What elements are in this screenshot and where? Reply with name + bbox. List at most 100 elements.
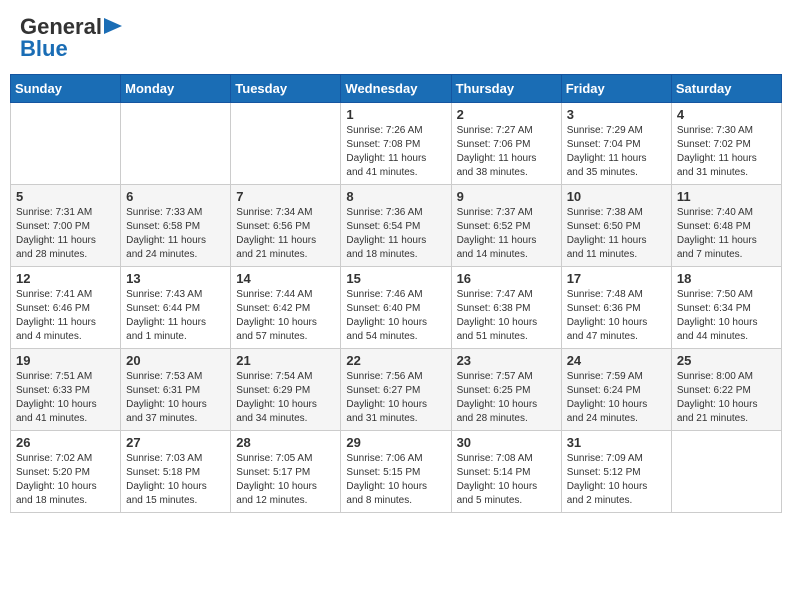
day-cell-31: 31 Sunrise: 7:09 AM Sunset: 5:12 PM Dayli…	[561, 431, 671, 513]
day-cell-14: 14 Sunrise: 7:44 AM Sunset: 6:42 PM Dayli…	[231, 267, 341, 349]
day-number: 17	[567, 271, 666, 286]
day-cell-17: 17 Sunrise: 7:48 AM Sunset: 6:36 PM Dayli…	[561, 267, 671, 349]
day-cell-21: 21Sunrise: 7:54 AM Sunset: 6:29 PM Dayli…	[231, 349, 341, 431]
week-row-4: 19Sunrise: 7:51 AM Sunset: 6:33 PM Dayli…	[11, 349, 782, 431]
day-info: Sunrise: 7:37 AM Sunset: 6:52 PM Dayligh…	[457, 206, 556, 262]
day-cell-13: 13 Sunrise: 7:43 AM Sunset: 6:44 PM Dayli…	[121, 267, 231, 349]
week-row-5: 26Sunrise: 7:02 AM Sunset: 5:20 PM Dayli…	[11, 431, 782, 513]
day-info: Sunrise: 7:59 AM Sunset: 6:24 PM Dayligh…	[567, 370, 666, 426]
day-number: 13	[126, 271, 225, 286]
day-cell-10: 10Sunrise: 7:38 AM Sunset: 6:50 PM Dayli…	[561, 185, 671, 267]
day-cell-8: 8Sunrise: 7:36 AM Sunset: 6:54 PM Daylig…	[341, 185, 451, 267]
day-info: Sunrise: 7:43 AM Sunset: 6:44 PM Dayligh…	[126, 288, 225, 344]
day-number: 3	[567, 107, 666, 122]
day-number: 27	[126, 435, 225, 450]
day-info: Sunrise: 7:27 AM Sunset: 7:06 PM Dayligh…	[457, 124, 556, 180]
day-number: 31	[567, 435, 666, 450]
day-number: 10	[567, 189, 666, 204]
day-number: 21	[236, 353, 335, 368]
day-info: Sunrise: 7:56 AM Sunset: 6:27 PM Dayligh…	[346, 370, 445, 426]
day-cell-27: 27 Sunrise: 7:03 AM Sunset: 5:18 PM Dayli…	[121, 431, 231, 513]
day-cell-15: 15 Sunrise: 7:46 AM Sunset: 6:40 PM Dayli…	[341, 267, 451, 349]
day-cell-3: 3 Sunrise: 7:29 AM Sunset: 7:04 PM Daylig…	[561, 103, 671, 185]
day-number: 18	[677, 271, 776, 286]
day-cell-11: 11Sunrise: 7:40 AM Sunset: 6:48 PM Dayli…	[671, 185, 781, 267]
day-info: Sunrise: 7:03 AM Sunset: 5:18 PM Dayligh…	[126, 452, 225, 508]
day-info: Sunrise: 7:57 AM Sunset: 6:25 PM Dayligh…	[457, 370, 556, 426]
day-cell-23: 23 Sunrise: 7:57 AM Sunset: 6:25 PM Dayli…	[451, 349, 561, 431]
week-row-1: 1Sunrise: 7:26 AM Sunset: 7:08 PM Daylig…	[11, 103, 782, 185]
logo-general: General	[20, 16, 102, 38]
day-number: 23	[457, 353, 556, 368]
weekday-header-monday: Monday	[121, 75, 231, 103]
weekday-header-wednesday: Wednesday	[341, 75, 451, 103]
day-number: 24	[567, 353, 666, 368]
day-info: Sunrise: 7:26 AM Sunset: 7:08 PM Dayligh…	[346, 124, 445, 180]
day-cell-1: 1Sunrise: 7:26 AM Sunset: 7:08 PM Daylig…	[341, 103, 451, 185]
day-info: Sunrise: 7:41 AM Sunset: 6:46 PM Dayligh…	[16, 288, 115, 344]
day-cell-25: 25 Sunrise: 8:00 AM Sunset: 6:22 PM Dayli…	[671, 349, 781, 431]
day-info: Sunrise: 7:53 AM Sunset: 6:31 PM Dayligh…	[126, 370, 225, 426]
day-cell-28: 28 Sunrise: 7:05 AM Sunset: 5:17 PM Dayli…	[231, 431, 341, 513]
day-info: Sunrise: 7:34 AM Sunset: 6:56 PM Dayligh…	[236, 206, 335, 262]
day-number: 16	[457, 271, 556, 286]
logo-arrow-icon	[104, 16, 124, 36]
day-info: Sunrise: 7:48 AM Sunset: 6:36 PM Dayligh…	[567, 288, 666, 344]
day-number: 5	[16, 189, 115, 204]
calendar-table: SundayMondayTuesdayWednesdayThursdayFrid…	[10, 74, 782, 513]
day-info: Sunrise: 7:30 AM Sunset: 7:02 PM Dayligh…	[677, 124, 776, 180]
day-number: 12	[16, 271, 115, 286]
day-cell-7: 7 Sunrise: 7:34 AM Sunset: 6:56 PM Daylig…	[231, 185, 341, 267]
day-number: 28	[236, 435, 335, 450]
empty-cell	[11, 103, 121, 185]
day-number: 29	[346, 435, 445, 450]
day-info: Sunrise: 7:46 AM Sunset: 6:40 PM Dayligh…	[346, 288, 445, 344]
day-info: Sunrise: 7:29 AM Sunset: 7:04 PM Dayligh…	[567, 124, 666, 180]
weekday-header-sunday: Sunday	[11, 75, 121, 103]
week-row-3: 12 Sunrise: 7:41 AM Sunset: 6:46 PM Dayli…	[11, 267, 782, 349]
day-info: Sunrise: 7:50 AM Sunset: 6:34 PM Dayligh…	[677, 288, 776, 344]
day-number: 11	[677, 189, 776, 204]
weekday-header-thursday: Thursday	[451, 75, 561, 103]
day-info: Sunrise: 7:51 AM Sunset: 6:33 PM Dayligh…	[16, 370, 115, 426]
day-info: Sunrise: 7:05 AM Sunset: 5:17 PM Dayligh…	[236, 452, 335, 508]
day-number: 8	[346, 189, 445, 204]
day-info: Sunrise: 7:08 AM Sunset: 5:14 PM Dayligh…	[457, 452, 556, 508]
day-cell-30: 30 Sunrise: 7:08 AM Sunset: 5:14 PM Dayli…	[451, 431, 561, 513]
day-cell-4: 4 Sunrise: 7:30 AM Sunset: 7:02 PM Daylig…	[671, 103, 781, 185]
weekday-header-saturday: Saturday	[671, 75, 781, 103]
page-header: General Blue	[10, 10, 782, 68]
day-number: 6	[126, 189, 225, 204]
day-number: 15	[346, 271, 445, 286]
day-cell-12: 12 Sunrise: 7:41 AM Sunset: 6:46 PM Dayli…	[11, 267, 121, 349]
day-number: 4	[677, 107, 776, 122]
empty-cell	[231, 103, 341, 185]
day-info: Sunrise: 7:06 AM Sunset: 5:15 PM Dayligh…	[346, 452, 445, 508]
empty-cell	[121, 103, 231, 185]
day-info: Sunrise: 8:00 AM Sunset: 6:22 PM Dayligh…	[677, 370, 776, 426]
day-cell-16: 16 Sunrise: 7:47 AM Sunset: 6:38 PM Dayli…	[451, 267, 561, 349]
day-cell-5: 5Sunrise: 7:31 AM Sunset: 7:00 PM Daylig…	[11, 185, 121, 267]
weekday-header-friday: Friday	[561, 75, 671, 103]
day-info: Sunrise: 7:33 AM Sunset: 6:58 PM Dayligh…	[126, 206, 225, 262]
day-info: Sunrise: 7:02 AM Sunset: 5:20 PM Dayligh…	[16, 452, 115, 508]
day-info: Sunrise: 7:47 AM Sunset: 6:38 PM Dayligh…	[457, 288, 556, 344]
day-info: Sunrise: 7:09 AM Sunset: 5:12 PM Dayligh…	[567, 452, 666, 508]
day-cell-18: 18 Sunrise: 7:50 AM Sunset: 6:34 PM Dayli…	[671, 267, 781, 349]
weekday-header-row: SundayMondayTuesdayWednesdayThursdayFrid…	[11, 75, 782, 103]
day-cell-6: 6 Sunrise: 7:33 AM Sunset: 6:58 PM Daylig…	[121, 185, 231, 267]
day-number: 14	[236, 271, 335, 286]
weekday-header-tuesday: Tuesday	[231, 75, 341, 103]
day-number: 7	[236, 189, 335, 204]
day-number: 2	[457, 107, 556, 122]
day-cell-22: 22Sunrise: 7:56 AM Sunset: 6:27 PM Dayli…	[341, 349, 451, 431]
day-cell-19: 19Sunrise: 7:51 AM Sunset: 6:33 PM Dayli…	[11, 349, 121, 431]
day-number: 25	[677, 353, 776, 368]
day-info: Sunrise: 7:44 AM Sunset: 6:42 PM Dayligh…	[236, 288, 335, 344]
day-number: 30	[457, 435, 556, 450]
empty-cell	[671, 431, 781, 513]
day-number: 9	[457, 189, 556, 204]
day-cell-29: 29 Sunrise: 7:06 AM Sunset: 5:15 PM Dayli…	[341, 431, 451, 513]
day-cell-9: 9 Sunrise: 7:37 AM Sunset: 6:52 PM Daylig…	[451, 185, 561, 267]
logo: General Blue	[20, 16, 124, 62]
